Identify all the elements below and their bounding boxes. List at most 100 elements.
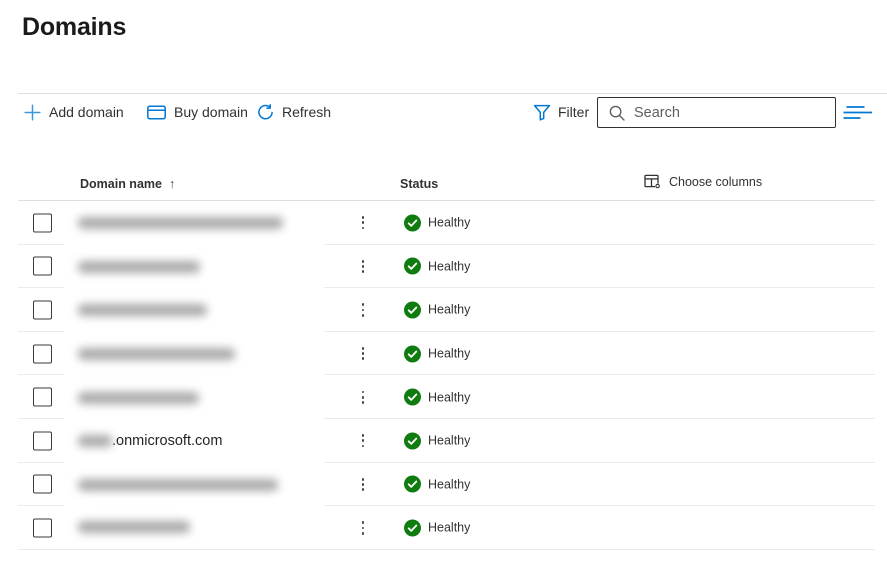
vertical-ellipsis-icon bbox=[361, 303, 365, 307]
filter-button[interactable]: Filter bbox=[533, 93, 589, 131]
status-cell: Healthy bbox=[404, 388, 471, 406]
domain-cell[interactable] bbox=[64, 288, 324, 333]
refresh-button[interactable]: Refresh bbox=[257, 93, 331, 131]
table-header: Domain name ↑ Status Choose columns bbox=[0, 170, 887, 201]
table-row[interactable]: Healthy bbox=[0, 462, 887, 508]
status-cell: Healthy bbox=[404, 432, 471, 450]
domain-cell[interactable] bbox=[64, 375, 324, 420]
status-cell: Healthy bbox=[404, 519, 471, 537]
table-row[interactable]: Healthy bbox=[0, 375, 887, 420]
vertical-ellipsis-icon bbox=[361, 434, 365, 437]
status-label: Healthy bbox=[428, 390, 471, 405]
redacted-domain-text bbox=[78, 304, 207, 317]
table-row[interactable]: Healthy bbox=[0, 288, 887, 333]
filter-label: Filter bbox=[558, 104, 590, 120]
buy-domain-button[interactable]: Buy domain bbox=[147, 93, 248, 131]
status-cell: Healthy bbox=[404, 214, 471, 232]
table-row[interactable]: Healthy bbox=[0, 244, 887, 290]
row-checkbox[interactable] bbox=[33, 344, 52, 364]
funnel-icon bbox=[533, 104, 551, 121]
table-body: Healthy Healthy Healthy Healthy Healthy … bbox=[0, 201, 887, 550]
row-checkbox[interactable] bbox=[33, 474, 52, 494]
check-circle-icon bbox=[404, 432, 421, 450]
row-more-actions-button[interactable] bbox=[354, 517, 372, 539]
choose-columns-button[interactable]: Choose columns bbox=[644, 174, 762, 189]
domain-cell[interactable] bbox=[64, 244, 324, 290]
row-more-actions-button[interactable] bbox=[354, 473, 372, 495]
domain-cell[interactable] bbox=[64, 331, 324, 377]
buy-domain-label: Buy domain bbox=[174, 104, 248, 120]
domain-cell[interactable] bbox=[64, 506, 324, 549]
redacted-domain-text bbox=[78, 391, 199, 404]
status-label: Healthy bbox=[428, 433, 471, 448]
table-row[interactable]: .onmicrosoft.com Healthy bbox=[0, 418, 887, 464]
redacted-domain-text bbox=[78, 435, 112, 448]
vertical-ellipsis-icon bbox=[361, 216, 365, 219]
check-circle-icon bbox=[404, 388, 421, 406]
row-checkbox[interactable] bbox=[33, 518, 52, 538]
redacted-domain-text bbox=[78, 521, 190, 534]
vertical-ellipsis-icon bbox=[361, 477, 365, 481]
row-checkbox[interactable] bbox=[33, 300, 52, 320]
vertical-ellipsis-icon bbox=[361, 259, 365, 263]
row-checkbox[interactable] bbox=[33, 213, 52, 233]
row-more-actions-button[interactable] bbox=[354, 299, 372, 321]
check-circle-icon bbox=[404, 301, 421, 319]
domains-page: Domains Add domain Buy domain Refresh Fi… bbox=[0, 0, 887, 569]
page-title: Domains bbox=[22, 13, 127, 41]
vertical-ellipsis-icon bbox=[361, 521, 365, 525]
row-more-actions-button[interactable] bbox=[354, 255, 372, 277]
check-circle-icon bbox=[404, 519, 421, 537]
row-checkbox[interactable] bbox=[33, 256, 52, 276]
column-header-domain-name[interactable]: Domain name ↑ bbox=[80, 177, 175, 191]
status-cell: Healthy bbox=[404, 475, 471, 493]
column-header-status[interactable]: Status bbox=[400, 177, 438, 191]
table-row[interactable]: Healthy bbox=[0, 201, 887, 246]
check-circle-icon bbox=[404, 214, 421, 232]
domain-cell[interactable] bbox=[64, 201, 324, 246]
status-cell: Healthy bbox=[404, 345, 471, 363]
check-circle-icon bbox=[404, 345, 421, 363]
domain-cell[interactable]: .onmicrosoft.com bbox=[64, 418, 324, 464]
status-label: Healthy bbox=[428, 215, 471, 230]
status-label: Healthy bbox=[428, 520, 471, 535]
refresh-label: Refresh bbox=[282, 104, 332, 120]
row-more-actions-button[interactable] bbox=[354, 212, 372, 234]
view-options-button[interactable] bbox=[842, 103, 874, 121]
row-more-actions-button[interactable] bbox=[354, 343, 372, 365]
horizontal-lines-icon bbox=[842, 105, 874, 120]
row-more-actions-button[interactable] bbox=[354, 386, 372, 408]
status-label: Healthy bbox=[428, 477, 471, 492]
toolbar: Add domain Buy domain Refresh Filter Sea… bbox=[0, 93, 887, 131]
row-divider bbox=[18, 548, 875, 550]
magnifier-icon bbox=[609, 105, 625, 121]
check-circle-icon bbox=[404, 475, 421, 493]
domain-cell[interactable] bbox=[64, 462, 324, 508]
choose-columns-label: Choose columns bbox=[669, 174, 763, 189]
redacted-domain-text bbox=[78, 260, 200, 273]
arrow-up-icon: ↑ bbox=[168, 177, 176, 191]
status-label: Healthy bbox=[428, 259, 471, 274]
credit-card-icon bbox=[147, 105, 166, 120]
vertical-ellipsis-icon bbox=[361, 390, 365, 394]
row-checkbox[interactable] bbox=[33, 387, 52, 407]
add-domain-label: Add domain bbox=[49, 104, 124, 120]
vertical-ellipsis-icon bbox=[361, 346, 365, 350]
row-more-actions-button[interactable] bbox=[354, 430, 372, 452]
row-checkbox[interactable] bbox=[33, 431, 52, 451]
search-box[interactable] bbox=[597, 97, 836, 128]
add-domain-button[interactable]: Add domain bbox=[24, 93, 124, 131]
status-cell: Healthy bbox=[404, 301, 471, 319]
status-label: Healthy bbox=[428, 346, 471, 361]
check-circle-icon bbox=[404, 257, 421, 275]
table-row[interactable]: Healthy bbox=[0, 506, 887, 550]
domain-visible-text: .onmicrosoft.com bbox=[112, 433, 223, 450]
redacted-domain-text bbox=[78, 217, 283, 230]
plus-icon bbox=[24, 103, 41, 121]
table-row[interactable]: Healthy bbox=[0, 331, 887, 377]
redacted-domain-text bbox=[78, 478, 278, 491]
table-gear-icon bbox=[644, 174, 661, 189]
search-input[interactable] bbox=[634, 104, 835, 121]
status-cell: Healthy bbox=[404, 257, 471, 275]
status-label: Healthy bbox=[428, 302, 471, 317]
